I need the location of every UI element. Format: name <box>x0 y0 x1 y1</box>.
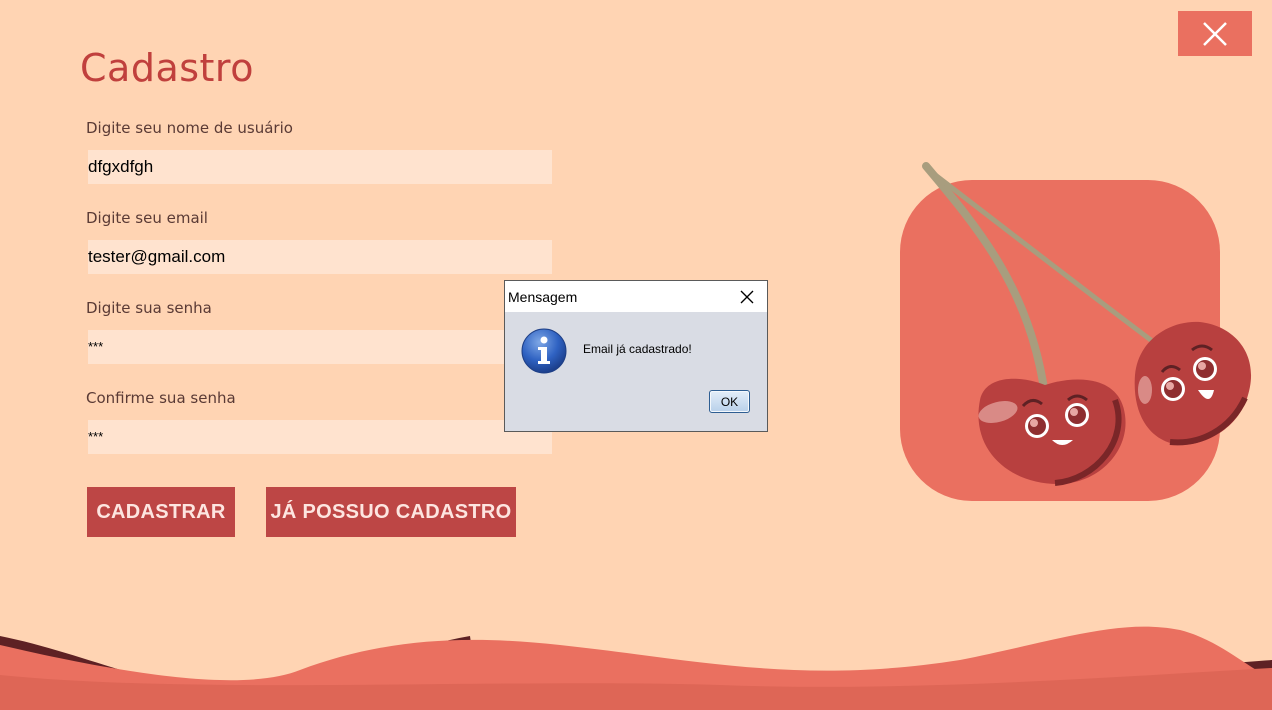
page-title: Cadastro <box>80 46 254 90</box>
confirm-password-field[interactable]: *** <box>86 420 552 454</box>
close-icon[interactable] <box>739 289 755 305</box>
email-label: Digite seu email <box>86 209 208 227</box>
confirm-password-label: Confirme sua senha <box>86 389 236 407</box>
password-label: Digite sua senha <box>86 299 212 317</box>
dialog-title: Mensagem <box>508 288 578 305</box>
already-registered-button[interactable]: JÁ POSSUO CADASTRO <box>266 487 516 537</box>
ok-button[interactable]: OK <box>709 390 750 413</box>
email-field[interactable]: tester@gmail.com <box>86 240 552 274</box>
close-icon <box>1203 21 1227 46</box>
message-dialog: Mensagem Email já cadastrado! OK <box>504 280 768 432</box>
dialog-titlebar[interactable]: Mensagem <box>505 281 767 312</box>
register-button[interactable]: CADASTRAR <box>87 487 235 537</box>
username-label: Digite seu nome de usuário <box>86 119 293 137</box>
info-icon <box>521 328 567 374</box>
cherries-illustration <box>900 162 1252 501</box>
decorative-waves <box>0 626 1272 710</box>
dialog-message: Email já cadastrado! <box>583 342 692 356</box>
window-close-button[interactable] <box>1178 11 1252 56</box>
password-field[interactable]: *** <box>86 330 552 364</box>
username-field[interactable]: dfgxdfgh <box>86 150 552 184</box>
